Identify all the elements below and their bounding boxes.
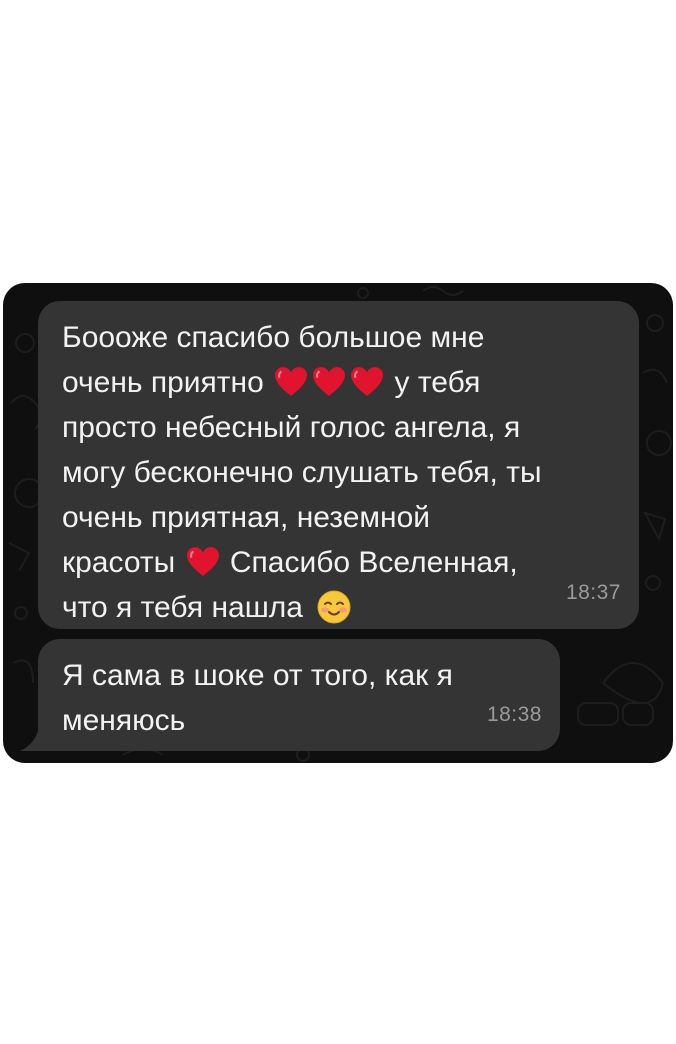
message-timestamp: 18:37 bbox=[565, 581, 621, 604]
chat-panel: Боооже спасибо большое мне очень приятно… bbox=[3, 283, 673, 763]
message-text-line: просто небесный голос ангела, я bbox=[62, 411, 521, 444]
message-bubble-incoming[interactable]: Боооже спасибо большое мне очень приятно… bbox=[38, 301, 639, 629]
message-text-line: меняюсь bbox=[62, 704, 186, 737]
message-text-line: что я тебя нашла bbox=[62, 585, 615, 630]
message-text: красоты bbox=[62, 546, 176, 579]
message-text-line: красоты Спасибо Вселенная, bbox=[62, 540, 615, 585]
message-text: очень приятно bbox=[62, 366, 264, 399]
heart-icon bbox=[275, 367, 308, 396]
message-text: у тебя bbox=[394, 366, 481, 399]
smiling-face-icon bbox=[317, 590, 351, 624]
message-text: Спасибо Вселенная, bbox=[229, 546, 518, 579]
message-text-line: очень приятно у тебя bbox=[62, 360, 615, 405]
message-text-line: очень приятная, неземной bbox=[62, 501, 431, 534]
message-text-line: могу бесконечно слушать тебя, ты bbox=[62, 456, 542, 489]
heart-icon bbox=[351, 367, 384, 396]
message-timestamp: 18:38 bbox=[486, 703, 542, 726]
message-bubble-incoming[interactable]: Я сама в шоке от того, как я меняюсь 18:… bbox=[38, 639, 560, 751]
message-text-line: Я сама в шоке от того, как я bbox=[62, 659, 453, 692]
message-text-line: Боооже спасибо большое мне bbox=[62, 321, 485, 354]
heart-icon bbox=[313, 367, 346, 396]
message-text: что я тебя нашла bbox=[62, 591, 303, 624]
heart-icon bbox=[186, 547, 219, 576]
